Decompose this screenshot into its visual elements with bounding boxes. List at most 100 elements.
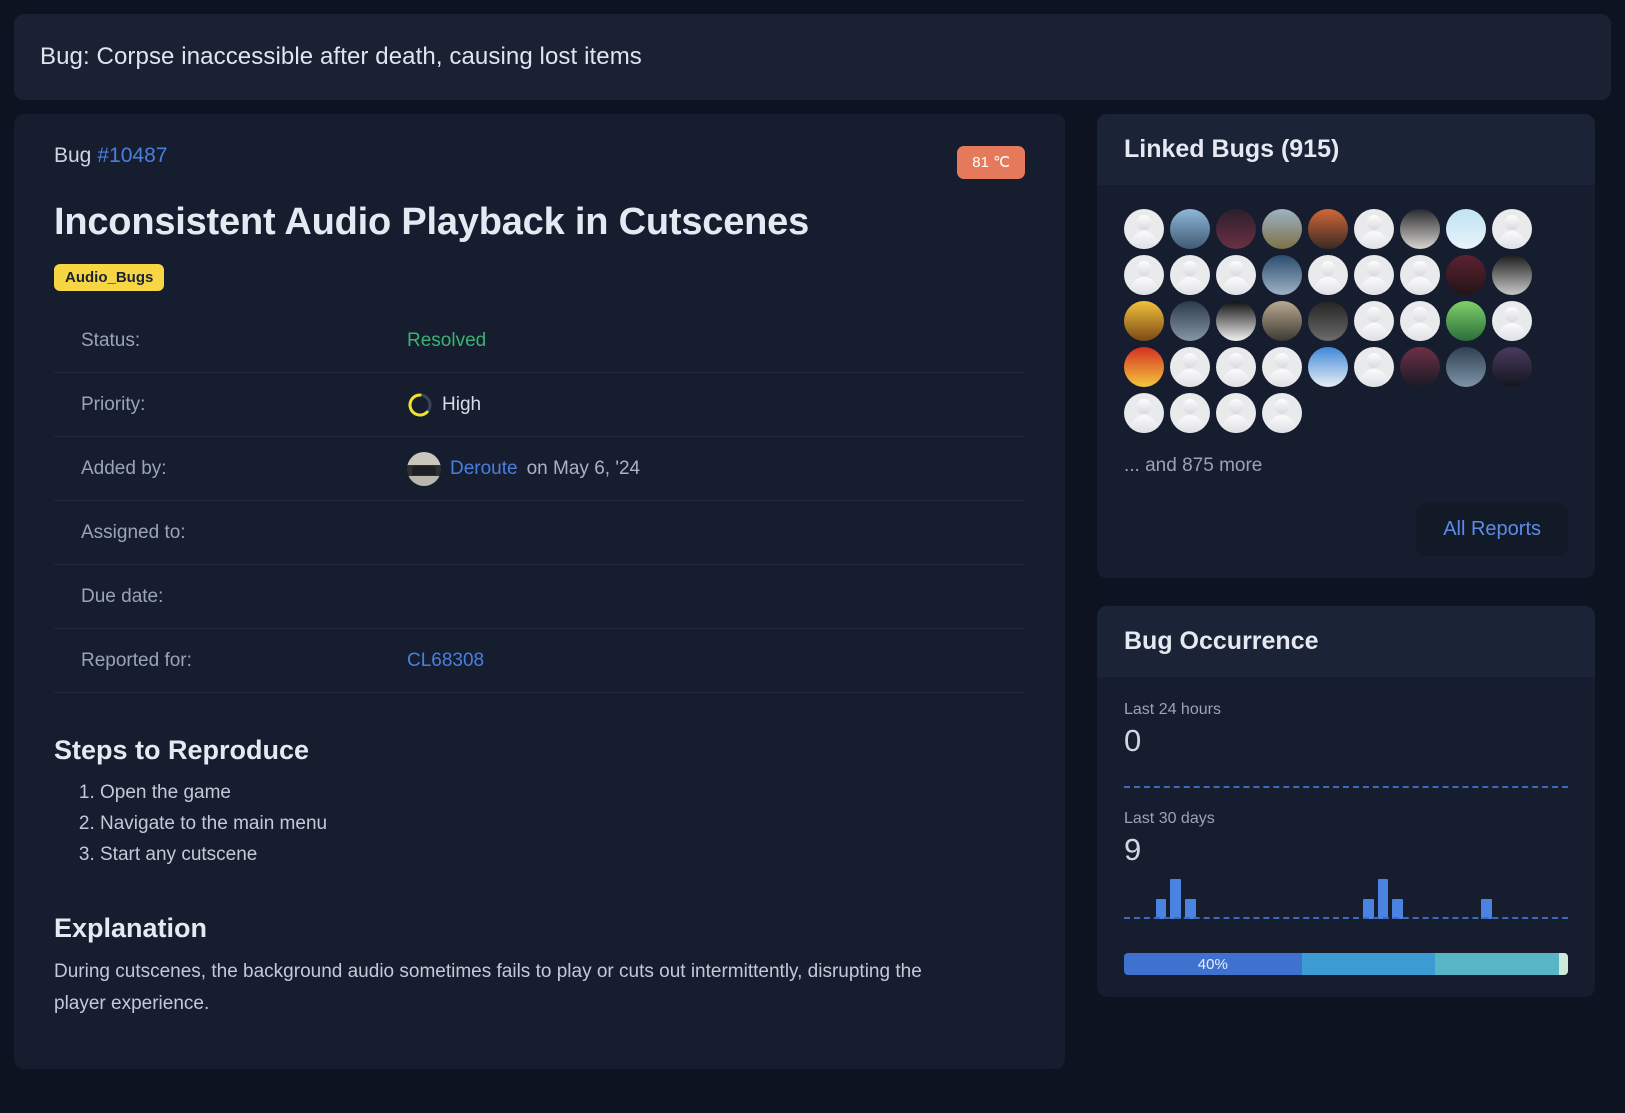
bug-detail-card: Bug#10487 81 ℃ Inconsistent Audio Playba…: [14, 114, 1065, 1069]
linked-bug-avatar[interactable]: [1124, 255, 1164, 295]
linked-bug-avatar[interactable]: [1262, 209, 1302, 249]
linked-bug-avatar[interactable]: [1170, 255, 1210, 295]
status-text: Resolved: [407, 330, 486, 352]
page-banner: Bug: Corpse inaccessible after death, ca…: [14, 14, 1611, 100]
bug-id-row: Bug#10487 81 ℃: [54, 144, 1025, 179]
changelist-link[interactable]: CL68308: [407, 650, 484, 672]
linked-bug-avatar[interactable]: [1124, 301, 1164, 341]
app-root: Bug: Corpse inaccessible after death, ca…: [0, 0, 1625, 1113]
linked-bug-avatar[interactable]: [1492, 347, 1532, 387]
linked-bug-avatar[interactable]: [1262, 393, 1302, 433]
linked-bug-avatar[interactable]: [1216, 393, 1256, 433]
meta-key-priority: Priority:: [54, 394, 407, 416]
occurrence-progress-bar: 40%: [1124, 953, 1568, 975]
linked-bug-avatar[interactable]: [1170, 347, 1210, 387]
bug-meta-table: Status: Resolved Priority: High: [54, 309, 1025, 693]
occurrence-30d-value: 9: [1124, 834, 1568, 865]
sparkline-bar: [1170, 879, 1181, 919]
linked-bug-avatar[interactable]: [1308, 347, 1348, 387]
avatar[interactable]: [407, 452, 441, 486]
linked-bug-avatar[interactable]: [1170, 393, 1210, 433]
linked-bug-avatar[interactable]: [1308, 301, 1348, 341]
linked-bug-avatar[interactable]: [1492, 255, 1532, 295]
sidebar: Linked Bugs (915) ... and 875 more All R…: [1097, 114, 1595, 997]
explanation-text: During cutscenes, the background audio s…: [54, 956, 934, 1019]
linked-bug-avatar[interactable]: [1262, 255, 1302, 295]
status-badge[interactable]: Audio_Bugs: [54, 264, 164, 291]
occurrence-24h-label: Last 24 hours: [1124, 701, 1568, 719]
sparkline-bar: [1378, 879, 1389, 919]
sparkline-bar: [1185, 899, 1196, 919]
bug-occurrence-header: Bug Occurrence: [1097, 606, 1595, 677]
occurrence-30d-label: Last 30 days: [1124, 810, 1568, 828]
linked-bug-avatar[interactable]: [1354, 347, 1394, 387]
linked-bug-avatar[interactable]: [1262, 347, 1302, 387]
linked-bug-avatar[interactable]: [1354, 255, 1394, 295]
linked-bug-avatar[interactable]: [1216, 255, 1256, 295]
linked-bugs-body: ... and 875 more All Reports: [1097, 185, 1595, 578]
priority-ring-icon: [407, 392, 433, 418]
meta-row: Added by: Deroute on May 6, '24: [54, 437, 1025, 501]
meta-value-added-by: Deroute on May 6, '24: [407, 452, 640, 486]
linked-bug-avatar[interactable]: [1354, 301, 1394, 341]
linked-bug-avatar[interactable]: [1216, 301, 1256, 341]
author-link[interactable]: Deroute: [450, 458, 518, 480]
added-date: on May 6, '24: [527, 458, 640, 480]
linked-bug-avatar[interactable]: [1400, 255, 1440, 295]
bug-occurrence-title: Bug Occurrence: [1124, 627, 1568, 656]
linked-bug-avatar[interactable]: [1446, 301, 1486, 341]
linked-bug-avatar[interactable]: [1308, 209, 1348, 249]
meta-key-added-by: Added by:: [54, 458, 407, 480]
linked-bugs-title: Linked Bugs (915): [1124, 135, 1568, 164]
sparkline-bar: [1392, 899, 1403, 919]
bug-id-link[interactable]: #10487: [97, 144, 167, 167]
meta-row: Reported for: CL68308: [54, 629, 1025, 693]
linked-bug-avatar[interactable]: [1170, 209, 1210, 249]
linked-bugs-actions: All Reports: [1124, 503, 1568, 556]
linked-bug-avatar[interactable]: [1124, 347, 1164, 387]
linked-bug-avatar[interactable]: [1446, 255, 1486, 295]
meta-key-due-date: Due date:: [54, 586, 407, 608]
occurrence-30d-block: Last 30 days 9 40%: [1124, 788, 1568, 975]
steps-list: Open the game Navigate to the main menu …: [54, 778, 1025, 871]
linked-bug-avatar[interactable]: [1216, 347, 1256, 387]
progress-segment: 40%: [1124, 953, 1302, 975]
linked-bug-avatar[interactable]: [1400, 301, 1440, 341]
linked-bugs-header: Linked Bugs (915): [1097, 114, 1595, 185]
bug-title: Inconsistent Audio Playback in Cutscenes: [54, 201, 1025, 244]
linked-bug-avatar[interactable]: [1124, 393, 1164, 433]
bug-occurrence-body: Last 24 hours 0 Last 30 days 9 40%: [1097, 677, 1595, 997]
sparkline-baseline: [1124, 917, 1568, 919]
linked-bug-avatar[interactable]: [1492, 209, 1532, 249]
linked-bug-avatar[interactable]: [1308, 255, 1348, 295]
linked-bug-avatar[interactable]: [1216, 209, 1256, 249]
linked-bug-avatar[interactable]: [1124, 209, 1164, 249]
linked-bug-avatar[interactable]: [1262, 301, 1302, 341]
sparkline-bars: [1124, 879, 1568, 919]
linked-bug-avatar[interactable]: [1446, 209, 1486, 249]
meta-row: Priority: High: [54, 373, 1025, 437]
explanation-heading: Explanation: [54, 913, 1025, 944]
linked-bug-avatar[interactable]: [1170, 301, 1210, 341]
content-columns: Bug#10487 81 ℃ Inconsistent Audio Playba…: [14, 114, 1611, 1113]
meta-value-priority: High: [407, 392, 481, 418]
meta-row: Assigned to:: [54, 501, 1025, 565]
linked-bug-avatar[interactable]: [1400, 347, 1440, 387]
linked-bug-avatar[interactable]: [1492, 301, 1532, 341]
meta-key-status: Status:: [54, 330, 407, 352]
sparkline-bar: [1156, 899, 1167, 919]
list-item: Navigate to the main menu: [100, 809, 1025, 840]
linked-bug-avatar[interactable]: [1354, 209, 1394, 249]
linked-bugs-avatar-grid: [1124, 209, 1568, 433]
page-title: Bug: Corpse inaccessible after death, ca…: [40, 43, 642, 71]
meta-key-assigned-to: Assigned to:: [54, 522, 407, 544]
meta-key-reported-for: Reported for:: [54, 650, 407, 672]
linked-bug-avatar[interactable]: [1400, 209, 1440, 249]
bug-id-label: Bug: [54, 144, 91, 167]
linked-bug-avatar[interactable]: [1446, 347, 1486, 387]
occurrence-24h-block: Last 24 hours 0: [1124, 701, 1568, 786]
sparkline-bar: [1363, 899, 1374, 919]
all-reports-button[interactable]: All Reports: [1416, 503, 1568, 556]
meta-value-reported-for: CL68308: [407, 650, 484, 672]
list-item: Start any cutscene: [100, 840, 1025, 871]
